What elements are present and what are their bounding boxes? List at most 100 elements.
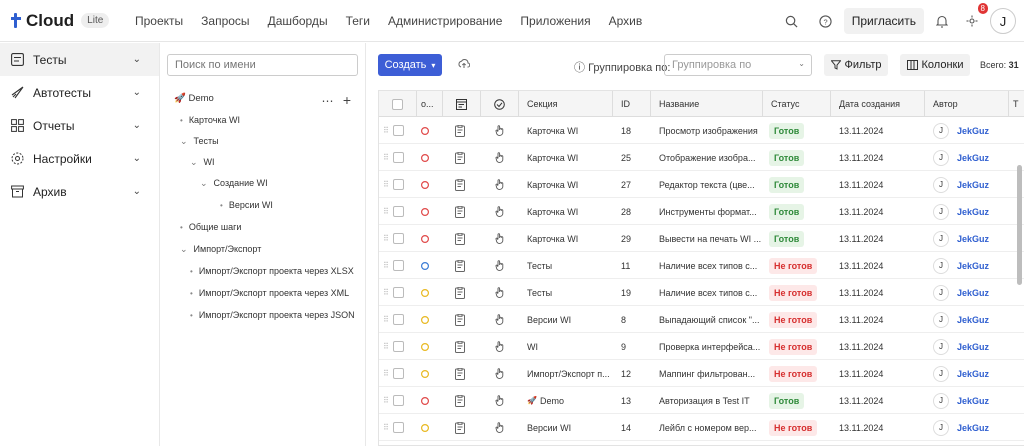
drag-handle-icon[interactable]: ⠿ — [383, 342, 389, 351]
row-name[interactable]: Редактор текста (цве... — [659, 171, 763, 198]
row-checkbox[interactable] — [392, 179, 404, 190]
row-checkbox[interactable] — [392, 341, 404, 352]
author-link[interactable]: JekGuz — [957, 342, 989, 352]
select-all-checkbox[interactable] — [392, 98, 403, 110]
nav-dashboards[interactable]: Дашборды — [268, 14, 328, 28]
header-id[interactable]: ID — [613, 91, 651, 117]
author-link[interactable]: JekGuz — [957, 315, 989, 325]
row-checkbox[interactable] — [392, 206, 404, 217]
row-checkbox[interactable] — [392, 152, 404, 163]
filter-button[interactable]: Фильтр — [824, 54, 888, 76]
tree-item[interactable]: ⌄ Создание WI — [200, 178, 268, 189]
drag-handle-icon[interactable]: ⠿ — [383, 261, 389, 270]
author-link[interactable]: JekGuz — [957, 234, 989, 244]
select-all-checkbox-cell[interactable] — [379, 91, 417, 117]
table-row[interactable]: ⠿ Карточка WI 18 Просмотр изображения Готов 1… — [379, 117, 1024, 144]
row-select[interactable]: ⠿ — [383, 360, 417, 387]
row-checkbox[interactable] — [392, 314, 404, 325]
updates-icon[interactable]: 8 — [960, 3, 988, 33]
drag-handle-icon[interactable]: ⠿ — [383, 369, 389, 378]
nav-requests[interactable]: Запросы — [201, 14, 249, 28]
row-author[interactable]: J JekGuz — [933, 279, 1009, 306]
header-name[interactable]: Название — [651, 91, 763, 117]
author-link[interactable]: JekGuz — [957, 288, 989, 298]
row-name[interactable]: Лейбл с номером вер... — [659, 414, 763, 441]
row-select[interactable]: ⠿ — [383, 252, 417, 279]
search-icon[interactable] — [780, 9, 804, 33]
sidebar-item-archive[interactable]: Архив ⌄ — [0, 175, 159, 208]
tree-item[interactable]: • Импорт/Экспорт проекта через XML — [190, 288, 349, 298]
table-row[interactable]: ⠿ Тесты 19 Наличие всех типов с... Не готов 1… — [379, 279, 1024, 306]
row-select[interactable]: ⠿ — [383, 279, 417, 306]
author-link[interactable]: JekGuz — [957, 423, 989, 433]
drag-handle-icon[interactable]: ⠿ — [383, 180, 389, 189]
row-name[interactable]: Наличие всех типов с... — [659, 279, 763, 306]
tree-item[interactable]: • Импорт/Экспорт проекта через JSON — [190, 310, 355, 320]
tree-root[interactable]: 🚀 Demo — [174, 93, 214, 104]
row-name[interactable]: Проверка интерфейса... — [659, 333, 763, 360]
nav-tags[interactable]: Теги — [346, 14, 370, 28]
table-row[interactable]: ⠿ Версии WI 14 Лейбл с номером вер... Не гот… — [379, 414, 1024, 441]
drag-handle-icon[interactable]: ⠿ — [383, 207, 389, 216]
row-checkbox[interactable] — [392, 368, 404, 379]
header-automation[interactable] — [481, 91, 519, 117]
more-icon[interactable]: ⋯ — [321, 94, 333, 108]
row-author[interactable]: J JekGuz — [933, 117, 1009, 144]
author-link[interactable]: JekGuz — [957, 207, 989, 217]
row-select[interactable]: ⠿ — [383, 333, 417, 360]
drag-handle-icon[interactable]: ⠿ — [383, 423, 389, 432]
table-row[interactable]: ⠿ Карточка WI 29 Вывести на печать WI ... Го… — [379, 225, 1024, 252]
table-scrollbar[interactable] — [1017, 165, 1022, 285]
row-name[interactable]: Отображение изобра... — [659, 144, 763, 171]
row-checkbox[interactable] — [392, 395, 404, 406]
tree-item[interactable]: • Версии WI — [220, 200, 273, 210]
row-author[interactable]: J JekGuz — [933, 144, 1009, 171]
app-logo[interactable]: Cloud Lite — [10, 11, 115, 31]
nav-archive[interactable]: Архив — [609, 14, 643, 28]
header-created[interactable]: Дата создания — [831, 91, 925, 117]
row-select[interactable]: ⠿ — [383, 414, 417, 441]
upload-icon[interactable] — [458, 58, 471, 73]
header-section[interactable]: Секция — [519, 91, 613, 117]
bell-icon[interactable] — [930, 9, 954, 33]
tree-item[interactable]: • Общие шаги — [180, 222, 241, 232]
invite-button[interactable]: Пригласить — [843, 8, 924, 34]
nav-applications[interactable]: Приложения — [520, 14, 590, 28]
sidebar-item-reports[interactable]: Отчеты ⌄ — [0, 109, 159, 142]
row-select[interactable]: ⠿ — [383, 387, 417, 414]
tree-item[interactable]: ⌄ Импорт/Экспорт — [180, 244, 261, 255]
create-button[interactable]: Создать ▾ — [378, 54, 442, 76]
row-author[interactable]: J JekGuz — [933, 360, 1009, 387]
table-row[interactable]: ⠿ Карточка WI 25 Отображение изобра... Готов… — [379, 144, 1024, 171]
row-checkbox[interactable] — [392, 260, 404, 271]
header-priority[interactable]: о... — [417, 91, 443, 117]
row-name[interactable]: Выпадающий список "... — [659, 306, 763, 333]
author-link[interactable]: JekGuz — [957, 369, 989, 379]
row-name[interactable]: Инструменты формат... — [659, 198, 763, 225]
table-row[interactable]: ⠿ Карточка WI 28 Инструменты формат... Готов… — [379, 198, 1024, 225]
drag-handle-icon[interactable]: ⠿ — [383, 315, 389, 324]
help-icon[interactable]: ? — [814, 9, 838, 33]
grouping-select[interactable]: Группировка по ⌄ — [664, 54, 812, 76]
row-author[interactable]: J JekGuz — [933, 387, 1009, 414]
columns-button[interactable]: Колонки — [900, 54, 970, 76]
tree-search-input[interactable] — [167, 54, 358, 76]
row-name[interactable]: Просмотр изображения — [659, 117, 763, 144]
row-author[interactable]: J JekGuz — [933, 198, 1009, 225]
table-row[interactable]: ⠿ Версии WI 8 Выпадающий список "... Не гото… — [379, 306, 1024, 333]
sidebar-item-settings[interactable]: Настройки ⌄ — [0, 142, 159, 175]
header-extra[interactable]: Т — [1009, 91, 1024, 117]
row-checkbox[interactable] — [392, 125, 404, 136]
row-checkbox[interactable] — [392, 287, 404, 298]
drag-handle-icon[interactable]: ⠿ — [383, 288, 389, 297]
row-name[interactable]: Наличие всех типов с... — [659, 252, 763, 279]
sidebar-item-autotests[interactable]: Автотесты ⌄ — [0, 76, 159, 109]
drag-handle-icon[interactable]: ⠿ — [383, 396, 389, 405]
add-icon[interactable]: + — [343, 92, 351, 108]
user-avatar[interactable]: J — [990, 8, 1016, 34]
author-link[interactable]: JekGuz — [957, 396, 989, 406]
row-name[interactable]: Маппинг фильтрован... — [659, 360, 763, 387]
tree-item[interactable]: ⌄ WI — [190, 157, 215, 168]
table-row[interactable]: ⠿ Тесты 11 Наличие всех типов с... Не готов 1… — [379, 252, 1024, 279]
row-author[interactable]: J JekGuz — [933, 225, 1009, 252]
